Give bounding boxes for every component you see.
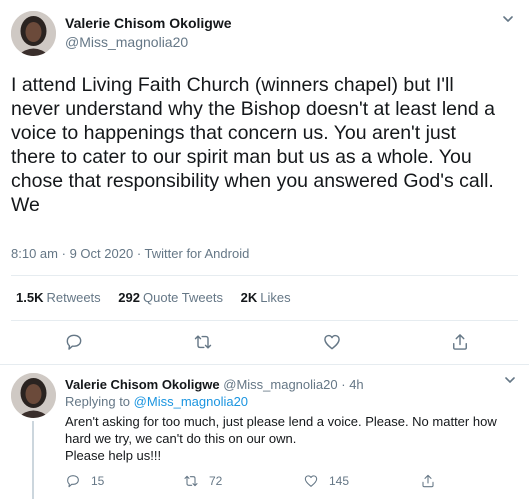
tweet-stats: 1.5K Retweets 292 Quote Tweets 2K Likes: [16, 290, 305, 305]
tweet-meta: 8:10 am · 9 Oct 2020 · Twitter for Andro…: [11, 246, 249, 261]
share-icon: [453, 334, 467, 350]
like-count: 145: [329, 474, 350, 488]
retweets-stat[interactable]: 1.5K Retweets: [16, 290, 101, 305]
replying-to: Replying to @Miss_magnolia20: [65, 394, 248, 409]
retweet-count: 72: [209, 474, 223, 488]
heart-icon: [304, 475, 318, 487]
share-icon: [422, 474, 434, 488]
reply-reply-button[interactable]: 15: [65, 472, 104, 490]
reply-like-button[interactable]: 145: [303, 472, 349, 490]
tweet-time[interactable]: 8:10 am: [11, 246, 58, 261]
tweet-text: I attend Living Faith Church (winners ch…: [11, 74, 495, 216]
quote-tweets-count: 292: [118, 290, 140, 305]
avatar[interactable]: [11, 11, 56, 56]
reply-more-options-button[interactable]: [503, 373, 517, 390]
reply-author-handle[interactable]: @Miss_magnolia20: [223, 377, 337, 392]
main-tweet: Valerie Chisom Okoligwe @Miss_magnolia20…: [0, 0, 529, 365]
chevron-down-icon: [503, 16, 513, 22]
reply-icon: [67, 475, 79, 488]
reply-time[interactable]: 4h: [349, 377, 363, 392]
share-button[interactable]: [448, 330, 472, 354]
retweet-button[interactable]: [191, 330, 215, 354]
reply-share-button[interactable]: [420, 472, 446, 490]
reply-header: Valerie Chisom Okoligwe @Miss_magnolia20…: [65, 377, 364, 392]
heart-icon: [324, 334, 340, 350]
author-handle[interactable]: @Miss_magnolia20: [65, 34, 188, 50]
quote-tweets-stat[interactable]: 292 Quote Tweets: [118, 290, 223, 305]
meta-separator: ·: [136, 246, 142, 261]
header-separator: ·: [341, 377, 346, 392]
chevron-down-icon: [505, 377, 515, 383]
retweets-count: 1.5K: [16, 290, 44, 305]
retweets-label: Retweets: [46, 290, 101, 305]
avatar[interactable]: [11, 373, 56, 418]
tweet-source[interactable]: Twitter for Android: [145, 246, 250, 261]
like-button[interactable]: [320, 330, 344, 354]
reply-retweet-button[interactable]: 72: [183, 472, 222, 490]
reply-button[interactable]: [62, 330, 86, 354]
reply-text: Aren't asking for too much, just please …: [65, 414, 497, 463]
reply-icon: [66, 334, 82, 350]
likes-count: 2K: [240, 290, 258, 305]
quote-tweets-label: Quote Tweets: [143, 290, 223, 305]
divider: [11, 275, 518, 276]
likes-stat[interactable]: 2K Likes: [241, 290, 291, 305]
retweet-icon: [194, 335, 212, 349]
retweet-icon: [184, 475, 198, 487]
thread-line: [32, 421, 34, 499]
replying-to-handle[interactable]: @Miss_magnolia20: [134, 394, 248, 409]
avatar-image: [11, 373, 56, 418]
likes-label: Likes: [260, 290, 291, 305]
author-name[interactable]: Valerie Chisom Okoligwe: [65, 15, 232, 31]
meta-separator: ·: [61, 246, 66, 261]
avatar-image: [11, 11, 56, 56]
replying-to-label: Replying to: [65, 394, 131, 409]
tweet-date[interactable]: 9 Oct 2020: [70, 246, 134, 261]
divider: [11, 320, 518, 321]
reply-count: 15: [91, 474, 105, 488]
more-options-button[interactable]: [501, 12, 515, 29]
reply-author-name[interactable]: Valerie Chisom Okoligwe: [65, 377, 220, 392]
